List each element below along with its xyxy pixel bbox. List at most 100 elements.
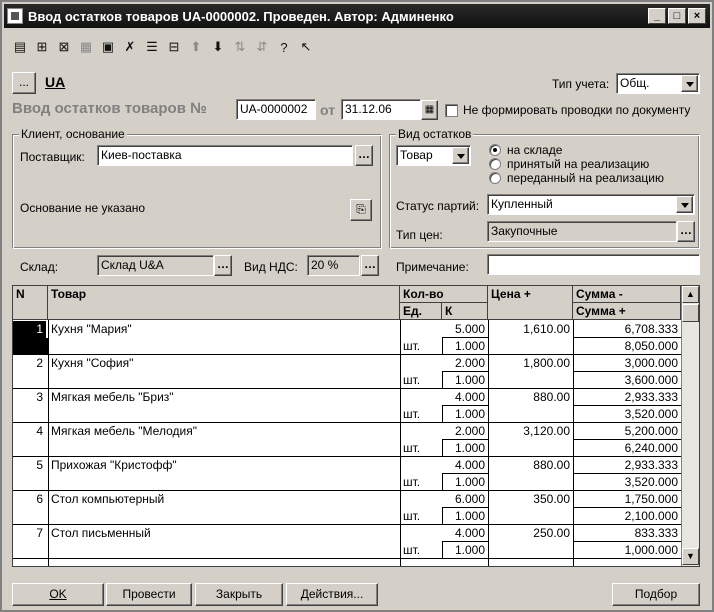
row-goods-name[interactable]: Прихожая "Кристофф": [51, 457, 396, 473]
price-type-select-button[interactable]: …: [677, 221, 695, 242]
properties-icon[interactable]: ☰: [142, 37, 162, 57]
row-unit[interactable]: шт.: [403, 338, 441, 354]
delete-row-icon[interactable]: ⊠: [54, 37, 74, 57]
row-sum-with-vat[interactable]: 3,520.000: [573, 474, 681, 490]
row-goods-name[interactable]: Мягкая мебель "Бриз": [51, 389, 396, 405]
row-sum-without-vat[interactable]: 2,933.333: [573, 457, 681, 473]
radio-on-stock[interactable]: [489, 144, 501, 156]
supplier-select-button[interactable]: …: [355, 145, 373, 166]
row-unit[interactable]: шт.: [403, 474, 441, 490]
row-qty[interactable]: 4.000: [442, 525, 488, 541]
row-unit[interactable]: шт.: [403, 542, 441, 558]
row-price[interactable]: 880.00: [488, 457, 573, 473]
post-button[interactable]: Провести: [106, 583, 192, 606]
scroll-up-icon[interactable]: ▲: [682, 286, 699, 303]
col-n-header[interactable]: N: [13, 286, 48, 320]
selection-button[interactable]: Подбор: [612, 583, 700, 606]
close-button[interactable]: ×: [688, 8, 706, 24]
row-sum-without-vat[interactable]: 6,708.333: [573, 321, 681, 337]
row-coefficient[interactable]: 1.000: [442, 542, 488, 558]
row-sum-without-vat[interactable]: 833.333: [573, 525, 681, 541]
row-number[interactable]: 1: [13, 321, 46, 338]
calendar-icon[interactable]: ▦: [421, 100, 438, 120]
row-coefficient[interactable]: 1.000: [442, 474, 488, 490]
actions-button[interactable]: Действия...: [286, 583, 378, 606]
row-sum-with-vat[interactable]: 3,600.000: [573, 372, 681, 388]
row-number[interactable]: 3: [13, 389, 46, 405]
group-icon[interactable]: ▣: [98, 37, 118, 57]
vat-select-button[interactable]: …: [361, 255, 379, 276]
radio-transferred-consignment[interactable]: [489, 172, 501, 184]
add-row-icon[interactable]: ▤: [10, 37, 30, 57]
col-price-header[interactable]: Цена +: [488, 286, 573, 320]
goods-table[interactable]: N Товар Кол-во Ед. К Цена + Сумма - Сумм…: [12, 285, 700, 567]
col-kolvo-header[interactable]: Кол-во: [400, 286, 488, 303]
row-sum-without-vat[interactable]: 3,000.000: [573, 355, 681, 371]
row-unit[interactable]: шт.: [403, 508, 441, 524]
table-scrollbar[interactable]: ▲ ▼: [681, 286, 699, 566]
scroll-thumb[interactable]: [682, 304, 699, 322]
row-sum-without-vat[interactable]: 1,750.000: [573, 491, 681, 507]
row-qty[interactable]: 4.000: [442, 389, 488, 405]
help-icon[interactable]: ?: [274, 37, 294, 57]
table-row[interactable]: 6 Стол компьютерный 6.000 350.00 1,750.000 шт…: [13, 491, 681, 525]
row-price[interactable]: 350.00: [488, 491, 573, 507]
minimize-button[interactable]: _: [648, 8, 666, 24]
row-sum-with-vat[interactable]: 3,520.000: [573, 406, 681, 422]
copy-row-icon[interactable]: ⊞: [32, 37, 52, 57]
ok-button[interactable]: OK: [12, 583, 104, 606]
row-unit[interactable]: шт.: [403, 372, 441, 388]
edit-row-icon[interactable]: ▦: [76, 37, 96, 57]
col-ed-header[interactable]: Ед.: [400, 303, 442, 320]
col-k-header[interactable]: К: [442, 303, 488, 320]
row-qty[interactable]: 4.000: [442, 457, 488, 473]
row-qty[interactable]: 6.000: [442, 491, 488, 507]
row-sum-with-vat[interactable]: 6,240.000: [573, 440, 681, 456]
whats-this-icon[interactable]: ↖: [296, 37, 316, 57]
row-coefficient[interactable]: 1.000: [442, 372, 488, 388]
row-coefficient[interactable]: 1.000: [442, 406, 488, 422]
row-coefficient[interactable]: 1.000: [442, 338, 488, 354]
chevron-down-icon[interactable]: [452, 147, 469, 164]
chevron-down-icon[interactable]: [681, 75, 698, 92]
scroll-down-icon[interactable]: ▼: [682, 548, 699, 565]
remainder-type-select[interactable]: Товар: [396, 145, 471, 166]
sort-desc-icon[interactable]: ⇵: [252, 37, 272, 57]
col-sum1-header[interactable]: Сумма -: [573, 286, 681, 303]
delete-mark-icon[interactable]: ✗: [120, 37, 140, 57]
row-unit[interactable]: шт.: [403, 406, 441, 422]
batch-status-select[interactable]: Купленный: [487, 194, 695, 215]
note-field[interactable]: [487, 254, 700, 275]
row-unit[interactable]: шт.: [403, 440, 441, 456]
doc-date-field[interactable]: 31.12.06: [341, 99, 421, 120]
row-qty[interactable]: 2.000: [442, 355, 488, 371]
row-goods-name[interactable]: Кухня "София": [51, 355, 396, 371]
row-goods-name[interactable]: Мягкая мебель "Мелодия": [51, 423, 396, 439]
no-posting-checkbox[interactable]: [445, 104, 458, 117]
row-qty[interactable]: 2.000: [442, 423, 488, 439]
row-sum-without-vat[interactable]: 5,200.000: [573, 423, 681, 439]
maximize-button[interactable]: □: [668, 8, 686, 24]
warehouse-field[interactable]: Склад U&A: [97, 255, 214, 276]
table-row[interactable]: 4 Мягкая мебель "Мелодия" 2.000 3,120.00 5,2…: [13, 423, 681, 457]
row-price[interactable]: 880.00: [488, 389, 573, 405]
move-up-icon[interactable]: ⬆: [186, 37, 206, 57]
table-row[interactable]: 1 Кухня "Мария" 5.000 1,610.00 6,708.333 шт. 1…: [13, 321, 681, 355]
move-down-icon[interactable]: ⬇: [208, 37, 228, 57]
row-sum-with-vat[interactable]: 1,000.000: [573, 542, 681, 558]
row-price[interactable]: 250.00: [488, 525, 573, 541]
vat-field[interactable]: 20 %: [307, 255, 360, 276]
close-form-button[interactable]: Закрыть: [195, 583, 283, 606]
sort-asc-icon[interactable]: ⇅: [230, 37, 250, 57]
table-row[interactable]: 2 Кухня "София" 2.000 1,800.00 3,000.000 шт. 1…: [13, 355, 681, 389]
org-select-button[interactable]: ...: [12, 72, 36, 94]
row-qty[interactable]: 5.000: [442, 321, 488, 337]
row-goods-name[interactable]: Стол письменный: [51, 525, 396, 541]
row-number[interactable]: 2: [13, 355, 46, 371]
tip-ucheta-select[interactable]: Общ.: [616, 73, 700, 94]
row-price[interactable]: 3,120.00: [488, 423, 573, 439]
row-number[interactable]: 4: [13, 423, 46, 439]
row-number[interactable]: 7: [13, 525, 46, 541]
doc-number-field[interactable]: UA-0000002: [236, 99, 316, 120]
row-sum-with-vat[interactable]: 8,050.000: [573, 338, 681, 354]
